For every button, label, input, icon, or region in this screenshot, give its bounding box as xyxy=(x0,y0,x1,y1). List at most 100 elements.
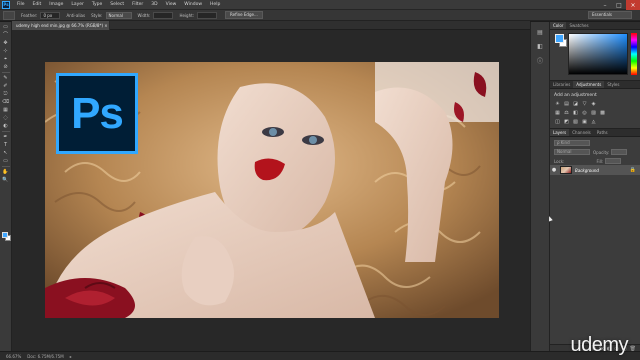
hand-tool-icon[interactable]: ✋ xyxy=(2,169,10,175)
visibility-eye-icon[interactable]: ● xyxy=(550,167,558,173)
anti-alias-checkbox[interactable]: Anti-alias xyxy=(66,13,85,18)
status-bar: 66.67% Doc: 6.75M/6.75M ▸ xyxy=(0,351,640,360)
tab-color[interactable]: Color xyxy=(550,22,567,29)
exposure-icon[interactable]: ▽ xyxy=(581,101,588,107)
foreground-color-swatch[interactable] xyxy=(2,232,8,238)
height-label: Height: xyxy=(179,12,195,18)
adjustments-panel: Libraries Adjustments Styles Add an adju… xyxy=(550,80,640,128)
menu-layer[interactable]: Layer xyxy=(67,2,88,7)
tools-panel: ▭ ⌒ ✥ ⊹ ⌖ ⊘ ✎ ✐ ⎋ ⌫ ▦ ◌ ◐ ✒ T ↖ ▭ ✋ 🔍 xyxy=(0,22,12,352)
threshold-icon[interactable]: ▧ xyxy=(572,119,579,125)
menu-view[interactable]: View xyxy=(162,2,181,7)
maximize-button[interactable]: □ xyxy=(612,0,626,10)
photoshop-app-icon[interactable]: Ps xyxy=(2,0,10,9)
zoom-tool-icon[interactable]: 🔍 xyxy=(2,177,10,183)
gradient-tool-icon[interactable]: ▦ xyxy=(2,107,10,113)
width-input[interactable] xyxy=(153,11,174,19)
menu-image[interactable]: Image xyxy=(45,2,67,7)
right-panels: Color Swatches Libraries Adjustments Sty… xyxy=(550,22,640,352)
gradient-map-icon[interactable]: ▣ xyxy=(581,119,588,125)
tab-adjustments[interactable]: Adjustments xyxy=(573,81,605,88)
levels-icon[interactable]: ▤ xyxy=(563,101,570,107)
udemy-watermark: udemy xyxy=(570,334,628,356)
black-white-icon[interactable]: ◧ xyxy=(572,110,579,116)
menu-bar: Ps File Edit Image Layer Type Select Fil… xyxy=(0,0,640,10)
adjustments-row-3: ◫ ◩ ▧ ▣ ◬ xyxy=(554,119,640,125)
brightness-contrast-icon[interactable]: ☀ xyxy=(554,101,561,107)
selective-color-icon[interactable]: ◬ xyxy=(590,119,597,125)
tab-libraries[interactable]: Libraries xyxy=(550,81,573,88)
blend-mode-select[interactable]: Normal xyxy=(554,149,590,155)
tools-divider xyxy=(1,131,10,132)
feather-input[interactable]: 0 px xyxy=(40,11,61,19)
tab-channels[interactable]: Channels xyxy=(569,129,594,136)
style-select[interactable]: Normal xyxy=(105,11,132,19)
channel-mixer-icon[interactable]: ▨ xyxy=(590,110,597,116)
menu-type[interactable]: Type xyxy=(88,2,106,7)
menu-3d[interactable]: 3D xyxy=(147,2,161,7)
brush-tool-icon[interactable]: ✐ xyxy=(2,83,10,89)
path-select-tool-icon[interactable]: ↖ xyxy=(2,150,10,156)
clone-stamp-tool-icon[interactable]: ⎋ xyxy=(2,91,10,97)
photo-filter-icon[interactable]: ◎ xyxy=(581,110,588,116)
layer-row-background[interactable]: ● Background 🔒 xyxy=(550,165,640,175)
tab-styles[interactable]: Styles xyxy=(604,81,622,88)
color-spectrum-picker[interactable] xyxy=(568,33,628,75)
height-input[interactable] xyxy=(197,11,218,19)
menu-filter[interactable]: Filter xyxy=(128,2,147,7)
info-panel-icon[interactable]: ⓘ xyxy=(535,56,545,65)
tab-paths[interactable]: Paths xyxy=(594,129,611,136)
crop-tool-icon[interactable]: ⌖ xyxy=(2,56,10,62)
tool-preset-picker[interactable] xyxy=(3,10,15,20)
refine-edge-button[interactable]: Refine Edge... xyxy=(225,11,263,19)
menu-file[interactable]: File xyxy=(13,2,29,7)
fill-input[interactable] xyxy=(605,158,622,164)
layer-kind-filter[interactable]: ρ Kind xyxy=(554,140,590,146)
ps-logo-text: Ps xyxy=(71,88,124,138)
menu-select[interactable]: Select xyxy=(106,2,128,7)
hue-saturation-icon[interactable]: ▦ xyxy=(554,110,561,116)
layers-panel-tabs: Layers Channels Paths xyxy=(550,129,640,137)
options-bar: Feather: 0 px Anti-alias Style: Normal W… xyxy=(0,10,640,21)
document-tab[interactable]: udemy high end min.jpg @ 66.7% (RGB/8*) … xyxy=(12,21,110,30)
status-menu-arrow-icon[interactable]: ▸ xyxy=(70,354,72,359)
eraser-tool-icon[interactable]: ⌫ xyxy=(2,99,10,105)
blur-tool-icon[interactable]: ◌ xyxy=(2,115,10,121)
move-tool-icon[interactable]: ✥ xyxy=(2,40,10,46)
pen-tool-icon[interactable]: ✒ xyxy=(2,134,10,140)
color-panel: Color Swatches xyxy=(550,22,640,80)
vibrance-icon[interactable]: ◈ xyxy=(590,101,597,107)
opacity-input[interactable] xyxy=(611,149,628,155)
close-button[interactable]: × xyxy=(626,0,640,10)
history-panel-icon[interactable]: ▤ xyxy=(535,28,545,36)
properties-panel-icon[interactable]: ◧ xyxy=(535,42,545,50)
style-label: Style: xyxy=(91,12,103,18)
tab-layers[interactable]: Layers xyxy=(550,129,570,136)
layers-panel: Layers Channels Paths ρ Kind Normal Opac… xyxy=(550,128,640,352)
color-balance-icon[interactable]: ⚖ xyxy=(563,110,570,116)
invert-icon[interactable]: ◫ xyxy=(554,119,561,125)
type-tool-icon[interactable]: T xyxy=(2,142,10,148)
minimize-button[interactable]: – xyxy=(598,0,612,10)
dodge-tool-icon[interactable]: ◐ xyxy=(2,123,10,129)
eyedropper-tool-icon[interactable]: ⊘ xyxy=(2,64,10,70)
color-lookup-icon[interactable]: ▩ xyxy=(599,110,606,116)
curves-icon[interactable]: ◪ xyxy=(572,101,579,107)
hue-slider[interactable] xyxy=(631,33,637,75)
workspace-select[interactable]: Essentials xyxy=(588,11,632,19)
collapsed-panels-strip: ▤ ◧ ⓘ xyxy=(530,22,550,352)
shape-tool-icon[interactable]: ▭ xyxy=(2,158,10,164)
menu-help[interactable]: Help xyxy=(206,2,224,7)
panel-foreground-swatch[interactable] xyxy=(555,34,564,43)
tab-swatches[interactable]: Swatches xyxy=(566,22,591,29)
healing-brush-tool-icon[interactable]: ✎ xyxy=(2,75,10,81)
marquee-tool-icon[interactable]: ▭ xyxy=(2,24,10,30)
menu-edit[interactable]: Edit xyxy=(29,2,46,7)
menu-window[interactable]: Window xyxy=(180,2,206,7)
quick-select-tool-icon[interactable]: ⊹ xyxy=(2,48,10,54)
zoom-level[interactable]: 66.67% xyxy=(6,354,21,359)
photoshop-logo-icon: Ps xyxy=(56,73,138,154)
posterize-icon[interactable]: ◩ xyxy=(563,119,570,125)
lasso-tool-icon[interactable]: ⌒ xyxy=(2,32,10,38)
tools-divider xyxy=(1,166,10,167)
